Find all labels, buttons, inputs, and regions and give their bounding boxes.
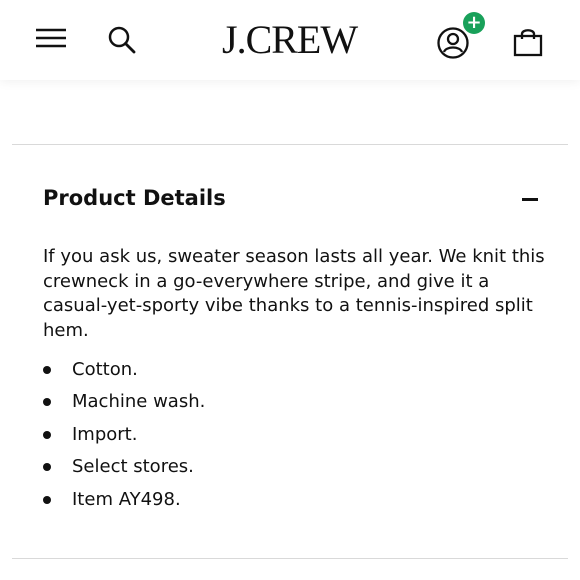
list-item: Item AY498. — [43, 487, 543, 519]
product-description: If you ask us, sweater season lasts all … — [43, 246, 545, 341]
minus-icon[interactable] — [516, 188, 544, 212]
jcrew-logo[interactable]: J.CREW — [222, 18, 372, 62]
search-icon — [108, 26, 136, 54]
hamburger-menu-icon — [36, 28, 66, 48]
product-features-list: Cotton. Machine wash. Import. Select sto… — [43, 357, 543, 519]
bullet-dot-icon — [43, 463, 51, 472]
search-button[interactable] — [106, 24, 138, 56]
section-divider — [12, 144, 568, 145]
bullet-dot-icon — [43, 366, 51, 374]
list-item: Machine wash. — [43, 389, 543, 421]
plus-icon: + — [463, 12, 485, 34]
section-divider — [12, 558, 568, 559]
shopping-bag-button[interactable] — [512, 26, 544, 58]
shopping-bag-icon — [513, 29, 543, 57]
feature-text: Cotton. — [72, 359, 138, 380]
feature-text: Machine wash. — [72, 391, 206, 413]
list-item: Select stores. — [43, 454, 543, 486]
list-item: Cotton. — [43, 357, 543, 389]
menu-button[interactable] — [34, 24, 68, 54]
feature-text: Item AY498. — [72, 488, 181, 510]
feature-text: Import. — [72, 423, 138, 445]
site-header: J.CREW + — [0, 0, 580, 80]
list-item: Import. — [43, 422, 543, 454]
feature-text: Select stores. — [72, 456, 194, 478]
bullet-dot-icon — [43, 430, 51, 439]
product-details-heading[interactable]: Product Details — [43, 186, 226, 210]
bullet-dot-icon — [43, 398, 51, 407]
bullet-dot-icon — [43, 495, 51, 504]
